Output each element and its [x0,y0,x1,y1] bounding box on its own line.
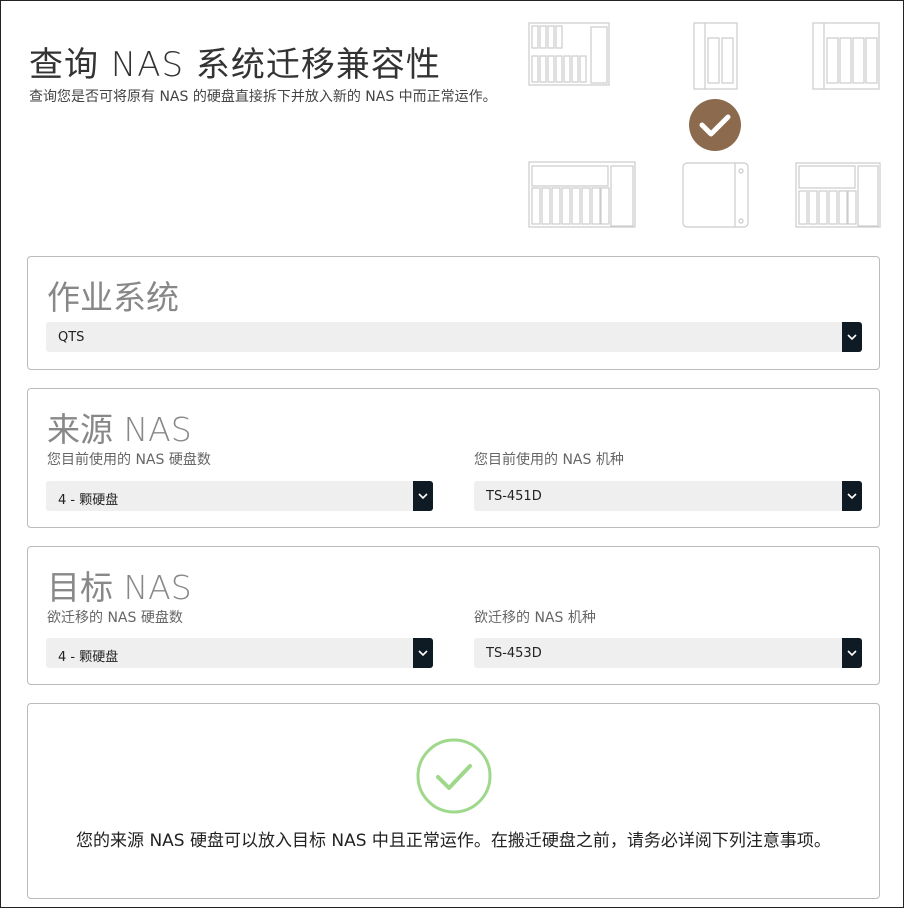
target-bays-label: 欲迁移的 NAS 硬盘数 [47,607,183,627]
source-model-select[interactable]: TS-451D [474,481,862,511]
target-bays-value: 4 - 颗硬盘 [58,650,118,665]
os-select-value: QTS [58,330,84,345]
chevron-down-icon[interactable] [413,638,433,668]
target-nas-card: 目标 NAS 欲迁移的 NAS 硬盘数 4 - 颗硬盘 欲迁移的 NAS 机种 … [27,546,880,685]
target-model-label: 欲迁移的 NAS 机种 [474,607,596,627]
os-select[interactable]: QTS [46,322,862,352]
result-message: 您的来源 NAS 硬盘可以放入目标 NAS 中且正常运作。在搬迁硬盘之前，请务必… [48,828,859,855]
os-heading: 作业系统 [47,271,179,319]
nas-device-icon [529,23,609,85]
nas-device-icon [796,163,880,227]
target-model-select[interactable]: TS-453D [474,638,862,668]
source-bays-value: 4 - 颗硬盘 [58,493,118,508]
page-subtitle: 查询您是否可将原有 NAS 的硬盘直接拆下并放入新的 NAS 中而正常运作。 [29,85,519,109]
source-model-value: TS-451D [486,489,542,504]
page-title: 查询 NAS 系统迁移兼容性 [29,37,441,86]
target-model-value: TS-453D [486,646,542,661]
source-model-label: 您目前使用的 NAS 机种 [474,449,624,469]
target-heading: 目标 NAS [47,561,192,609]
source-bays-label: 您目前使用的 NAS 硬盘数 [47,449,211,469]
source-nas-card: 来源 NAS 您目前使用的 NAS 硬盘数 4 - 颗硬盘 您目前使用的 NAS… [27,388,880,528]
os-card: 作业系统 QTS [27,256,880,370]
nas-device-icon [529,162,635,227]
check-circle-icon [415,737,493,815]
nas-device-icon [683,163,748,227]
target-bays-select[interactable]: 4 - 颗硬盘 [46,638,433,668]
source-bays-select[interactable]: 4 - 颗硬盘 [46,481,433,511]
chevron-down-icon[interactable] [842,322,862,352]
check-badge-icon [689,99,741,151]
nas-device-icon [813,23,879,89]
nas-device-icon [694,23,737,89]
nas-illustration [521,11,891,236]
result-card: 您的来源 NAS 硬盘可以放入目标 NAS 中且正常运作。在搬迁硬盘之前，请务必… [27,703,880,899]
chevron-down-icon[interactable] [842,481,862,511]
chevron-down-icon[interactable] [413,481,433,511]
chevron-down-icon[interactable] [842,638,862,668]
source-heading: 来源 NAS [47,403,192,451]
